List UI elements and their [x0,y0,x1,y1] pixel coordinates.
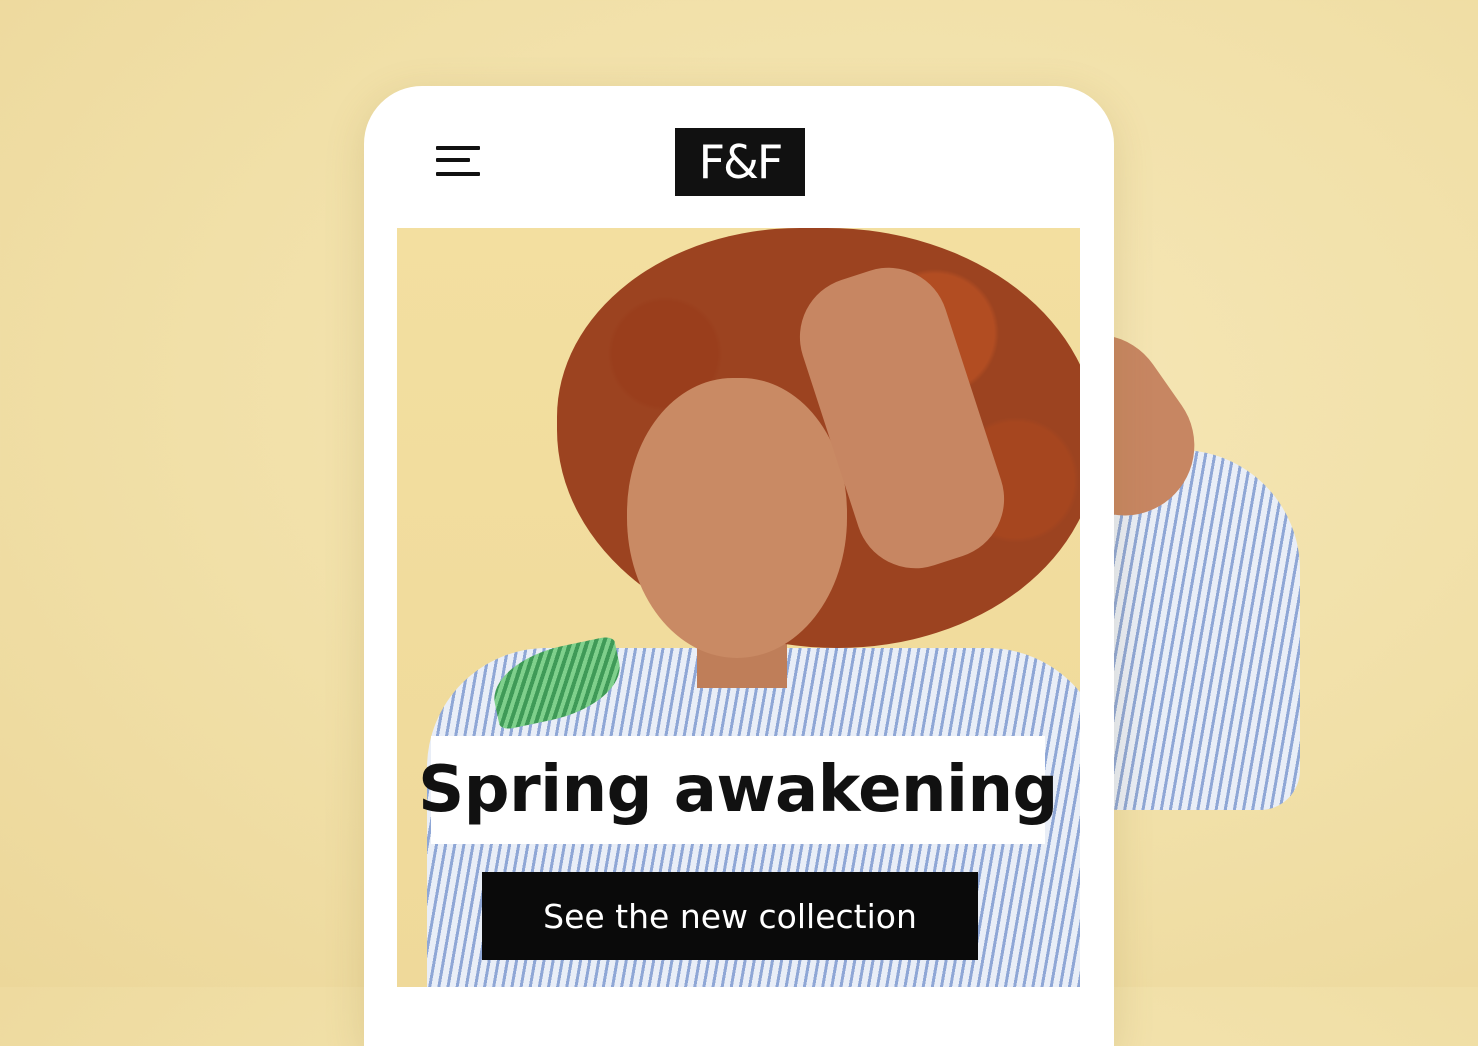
hamburger-menu-icon[interactable] [436,144,482,180]
page-headline: Spring awakening [418,753,1058,827]
brand-logo[interactable]: F&F [675,128,805,196]
hero-photo-face [627,378,847,658]
see-collection-button[interactable]: See the new collection [482,872,978,960]
headline-banner: Spring awakening [418,736,1058,844]
